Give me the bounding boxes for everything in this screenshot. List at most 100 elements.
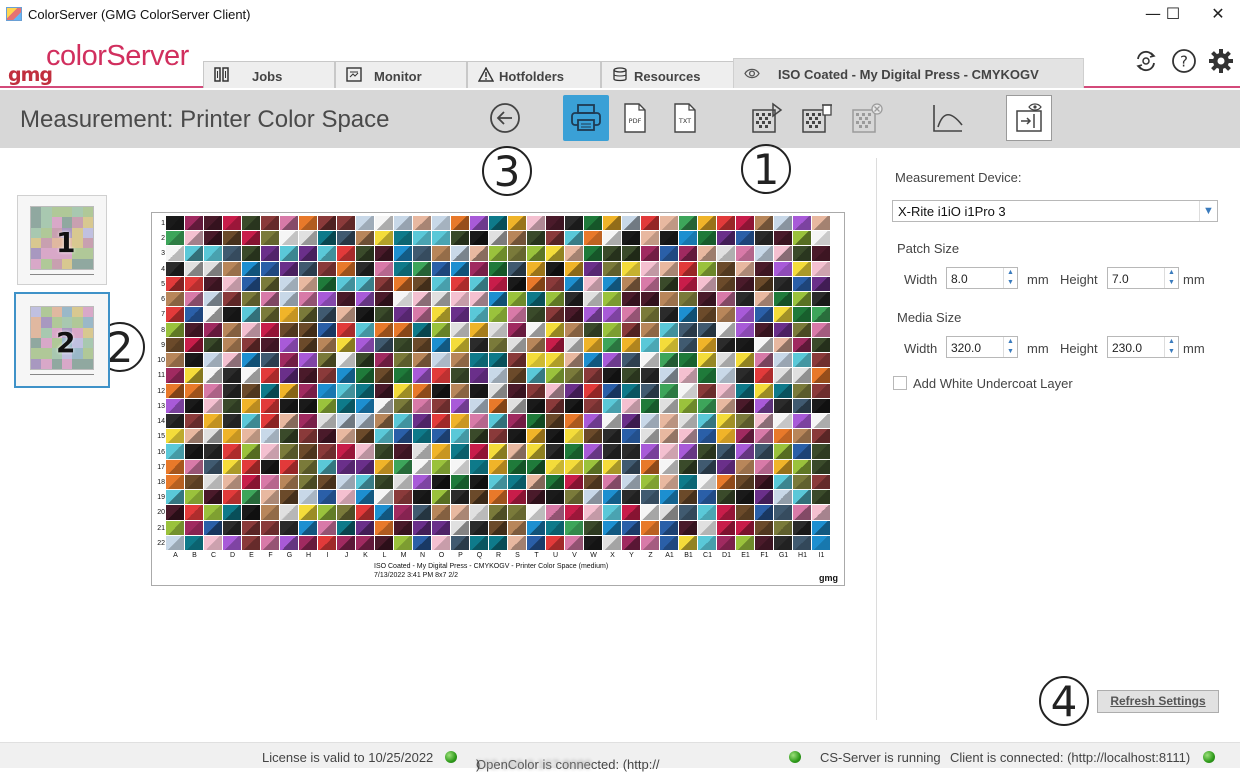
color-patch <box>698 398 717 414</box>
refresh-settings-button[interactable]: Refresh Settings <box>1097 690 1219 713</box>
color-patch <box>185 429 204 445</box>
patch-height-field[interactable]: 7.0 ▲ ▼ <box>1107 267 1179 289</box>
color-patch <box>584 322 603 338</box>
thumbnail-patch <box>41 248 52 259</box>
color-patch <box>584 490 603 506</box>
color-patch <box>508 413 527 430</box>
color-patch <box>603 292 622 308</box>
color-patch <box>489 383 508 399</box>
color-patch <box>299 474 318 491</box>
color-patch <box>375 368 394 384</box>
chevron-down-icon[interactable]: ▼ <box>1199 201 1217 221</box>
color-patch <box>204 520 223 536</box>
thumbnail-underline <box>30 374 94 375</box>
patch-width-unit: mm <box>1027 272 1049 287</box>
measurement-device-select[interactable]: X-Rite i1iO i1Pro 3 ▼ <box>892 200 1218 222</box>
color-patch <box>356 398 375 414</box>
white-undercoat-checkbox[interactable] <box>893 376 907 390</box>
settings-icon[interactable] <box>1208 48 1234 74</box>
delete-measurement-button[interactable] <box>794 95 840 141</box>
color-patch <box>223 276 242 293</box>
color-patch <box>489 261 508 277</box>
export-pdf-button[interactable]: PDF <box>612 95 658 141</box>
color-patch <box>318 383 337 399</box>
white-undercoat-label[interactable]: Add White Undercoat Layer <box>913 376 1073 391</box>
color-patch <box>508 535 527 551</box>
media-height-stepper[interactable]: ▲ ▼ <box>1164 337 1178 357</box>
export-txt-button[interactable]: TXT <box>662 95 708 141</box>
color-patch <box>261 353 280 369</box>
color-patch <box>584 261 603 277</box>
color-patch <box>318 307 337 323</box>
media-width-field[interactable]: 320.0 ▲ ▼ <box>946 336 1018 358</box>
app-icon <box>6 7 22 21</box>
color-patch <box>774 413 793 430</box>
view-export-icon <box>1016 103 1042 132</box>
media-width-label: Width <box>904 341 938 356</box>
media-height-field[interactable]: 230.0 ▲ ▼ <box>1107 336 1179 358</box>
color-patch <box>508 383 527 399</box>
patch-width-field[interactable]: 8.0 ▲ ▼ <box>946 267 1018 289</box>
color-patch <box>280 444 299 460</box>
thumbnail-page-1[interactable]: 1 <box>17 195 107 285</box>
color-patch <box>641 216 660 232</box>
color-patch <box>584 246 603 262</box>
back-button[interactable] <box>482 95 528 141</box>
sync-icon[interactable] <box>1133 48 1159 74</box>
cancel-measurement-button[interactable] <box>844 95 890 141</box>
tab-active-job[interactable]: ISO Coated - My Digital Press - CMYKOGV <box>733 58 1084 88</box>
color-patch <box>793 413 812 430</box>
colorserver-logo: gmg colorServer <box>8 36 208 86</box>
color-patch <box>698 520 717 536</box>
color-patch <box>394 398 413 414</box>
color-patch <box>261 368 280 384</box>
color-patch <box>299 505 318 521</box>
color-patch <box>375 276 394 293</box>
color-patch <box>223 261 242 277</box>
print-button[interactable] <box>563 95 609 141</box>
color-patch <box>774 444 793 460</box>
tab-jobs[interactable]: Jobs <box>203 61 335 88</box>
color-patch <box>622 429 641 445</box>
color-patch <box>584 292 603 308</box>
color-patch <box>375 444 394 460</box>
thumbnail-number: 2 <box>56 326 76 359</box>
color-patch <box>660 520 679 536</box>
curve-button[interactable] <box>925 95 971 141</box>
color-patch <box>242 322 261 338</box>
patch-height-stepper[interactable]: ▲ ▼ <box>1164 268 1178 288</box>
color-patch <box>261 292 280 308</box>
color-patch <box>223 231 242 247</box>
color-patch <box>204 429 223 445</box>
color-patch <box>641 231 660 247</box>
color-patch <box>470 383 489 399</box>
measure-chart-button[interactable] <box>744 95 790 141</box>
color-patch <box>413 398 432 414</box>
tab-resources[interactable]: Resources <box>601 61 735 88</box>
color-patch <box>717 261 736 277</box>
color-patch <box>242 413 261 430</box>
patch-width-stepper[interactable]: ▲ ▼ <box>1003 268 1017 288</box>
color-patch <box>793 505 812 521</box>
color-patch <box>337 398 356 414</box>
color-patch <box>565 505 584 521</box>
maximize-button[interactable]: ☐ <box>1150 0 1196 30</box>
color-patch <box>413 505 432 521</box>
close-button[interactable]: ✕ <box>1195 0 1240 30</box>
color-patch <box>812 322 831 338</box>
tab-hotfolders[interactable]: Hotfolders <box>467 61 601 88</box>
color-patch <box>242 216 261 232</box>
tab-monitor[interactable]: Monitor <box>335 61 467 88</box>
color-patch <box>755 413 774 430</box>
thumbnail-patch <box>72 258 83 269</box>
color-patch <box>527 490 546 506</box>
color-patch <box>470 276 489 293</box>
thumbnail-page-2[interactable]: 2 <box>14 292 110 388</box>
media-width-stepper[interactable]: ▲ ▼ <box>1003 337 1017 357</box>
color-patch <box>432 292 451 308</box>
view-export-button[interactable] <box>1006 95 1052 141</box>
thumbnail-patch <box>41 327 52 338</box>
color-patch <box>375 353 394 369</box>
help-icon[interactable]: ? <box>1171 48 1197 74</box>
color-patch <box>527 535 546 551</box>
